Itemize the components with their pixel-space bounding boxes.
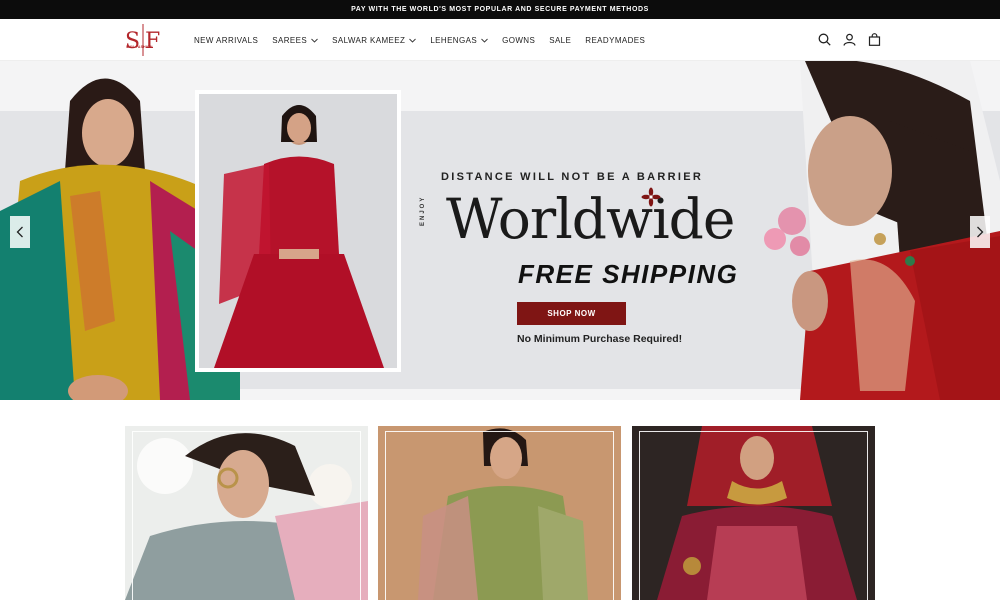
nav-lehengas[interactable]: LEHENGAS <box>430 36 488 45</box>
cart-icon[interactable] <box>866 31 882 47</box>
category-card-saree[interactable] <box>125 426 368 600</box>
nav-sarees[interactable]: SAREES <box>272 36 318 45</box>
hero-note: No Minimum Purchase Required! <box>517 333 683 345</box>
main-nav: NEW ARRIVALS SAREES SALWAR KAMEEZ LEHENG… <box>194 19 659 61</box>
flower-icon <box>641 187 661 207</box>
hero-subheadline: FREE SHIPPING <box>518 259 739 289</box>
announcement-text: PAY WITH THE WORLD'S MOST POPULAR AND SE… <box>351 6 649 13</box>
card-frame <box>639 431 868 600</box>
chevron-right-icon <box>977 226 984 238</box>
svg-text:S: S <box>125 29 140 54</box>
hero-tagline: DISTANCE WILL NOT BE A BARRIER <box>441 171 704 183</box>
hero-headline: Worldwide <box>446 187 735 251</box>
slider-prev-button[interactable] <box>10 216 30 248</box>
nav-label: SALE <box>549 35 572 45</box>
nav-new-arrivals[interactable]: NEW ARRIVALS <box>194 36 258 45</box>
header-icons <box>816 31 882 47</box>
card-frame <box>132 431 361 600</box>
hero-photo <box>199 94 397 368</box>
nav-sale[interactable]: SALE <box>549 36 571 45</box>
nav-salwar-kameez[interactable]: SALWAR KAMEEZ <box>332 35 417 45</box>
nav-label: GOWNS <box>502 35 536 45</box>
hero-enjoy: ENJOY <box>420 195 426 226</box>
nav-label: LEHENGAS <box>430 35 478 45</box>
logo[interactable]: S F SIYA FASHION <box>123 22 163 58</box>
hero-banner: DISTANCE WILL NOT BE A BARRIER ENJOY Wor… <box>0 61 1000 400</box>
account-icon[interactable] <box>841 31 857 47</box>
category-card-lehenga[interactable] <box>632 426 875 600</box>
hero-photo-card <box>195 90 401 372</box>
nav-gowns[interactable]: GOWNS <box>502 36 535 45</box>
svg-text:F: F <box>145 29 160 54</box>
nav-label: READYMADES <box>585 35 646 45</box>
nav-label: SALWAR KAMEEZ <box>332 35 406 45</box>
slider-next-button[interactable] <box>970 216 990 248</box>
search-icon[interactable] <box>816 31 832 47</box>
shop-now-button[interactable]: SHOP NOW <box>517 302 626 325</box>
nav-label: NEW ARRIVALS <box>194 35 259 45</box>
chevron-down-icon <box>481 38 488 43</box>
card-frame <box>385 431 614 600</box>
chevron-left-icon <box>16 226 23 238</box>
chevron-down-icon <box>409 38 417 43</box>
category-card-salwar-kameez[interactable] <box>378 426 621 600</box>
nav-readymades[interactable]: READYMADES <box>585 36 645 45</box>
category-cards <box>125 426 875 600</box>
announcement-bar: PAY WITH THE WORLD'S MOST POPULAR AND SE… <box>0 0 1000 19</box>
hero-model-right <box>764 61 1000 400</box>
nav-label: SAREES <box>272 35 308 45</box>
site-header: S F SIYA FASHION NEW ARRIVALS SAREES SAL… <box>0 19 1000 61</box>
chevron-down-icon <box>311 38 318 43</box>
logo-text: SIYA FASHION <box>126 45 153 49</box>
